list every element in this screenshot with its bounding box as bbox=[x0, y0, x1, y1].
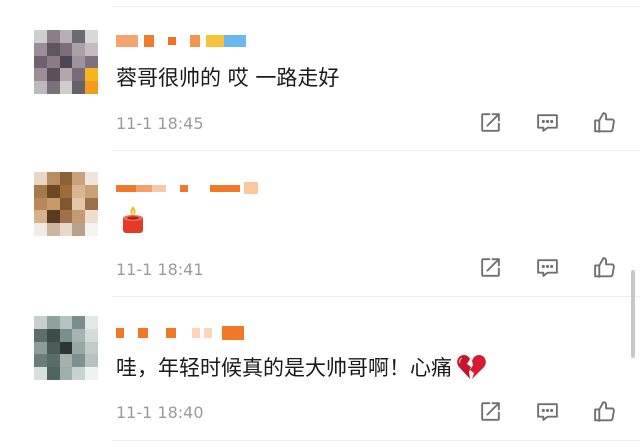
broken-heart-emoji bbox=[457, 355, 486, 379]
like-icon[interactable] bbox=[591, 254, 618, 281]
avatar[interactable] bbox=[34, 30, 98, 94]
divider bbox=[112, 150, 640, 151]
comment-icon[interactable] bbox=[534, 109, 561, 136]
divider bbox=[112, 6, 640, 7]
divider bbox=[112, 296, 640, 297]
divider bbox=[112, 440, 640, 441]
candle-emoji bbox=[123, 206, 143, 233]
username-blurred[interactable] bbox=[116, 324, 244, 342]
comment-actions bbox=[477, 109, 618, 136]
avatar[interactable] bbox=[34, 172, 98, 236]
comment-actions bbox=[477, 398, 618, 425]
comment-icon[interactable] bbox=[534, 398, 561, 425]
comment-text: 哇，年轻时候真的是大帅哥啊！心痛 bbox=[116, 352, 486, 382]
comment-time: 11-1 18:41 bbox=[116, 260, 204, 279]
comment-actions bbox=[477, 254, 618, 281]
share-icon[interactable] bbox=[477, 254, 504, 281]
share-icon[interactable] bbox=[477, 109, 504, 136]
comment-time: 11-1 18:40 bbox=[116, 403, 204, 422]
comment-text bbox=[116, 204, 146, 234]
comment-text: 蓉哥很帅的 哎 一路走好 bbox=[116, 66, 340, 90]
comment-icon[interactable] bbox=[534, 254, 561, 281]
username-blurred[interactable] bbox=[116, 32, 246, 50]
share-icon[interactable] bbox=[477, 398, 504, 425]
username-blurred[interactable] bbox=[116, 179, 258, 197]
scrollbar[interactable] bbox=[631, 270, 635, 358]
comment-time: 11-1 18:45 bbox=[116, 114, 204, 133]
avatar[interactable] bbox=[34, 316, 98, 380]
like-icon[interactable] bbox=[591, 109, 618, 136]
like-icon[interactable] bbox=[591, 398, 618, 425]
